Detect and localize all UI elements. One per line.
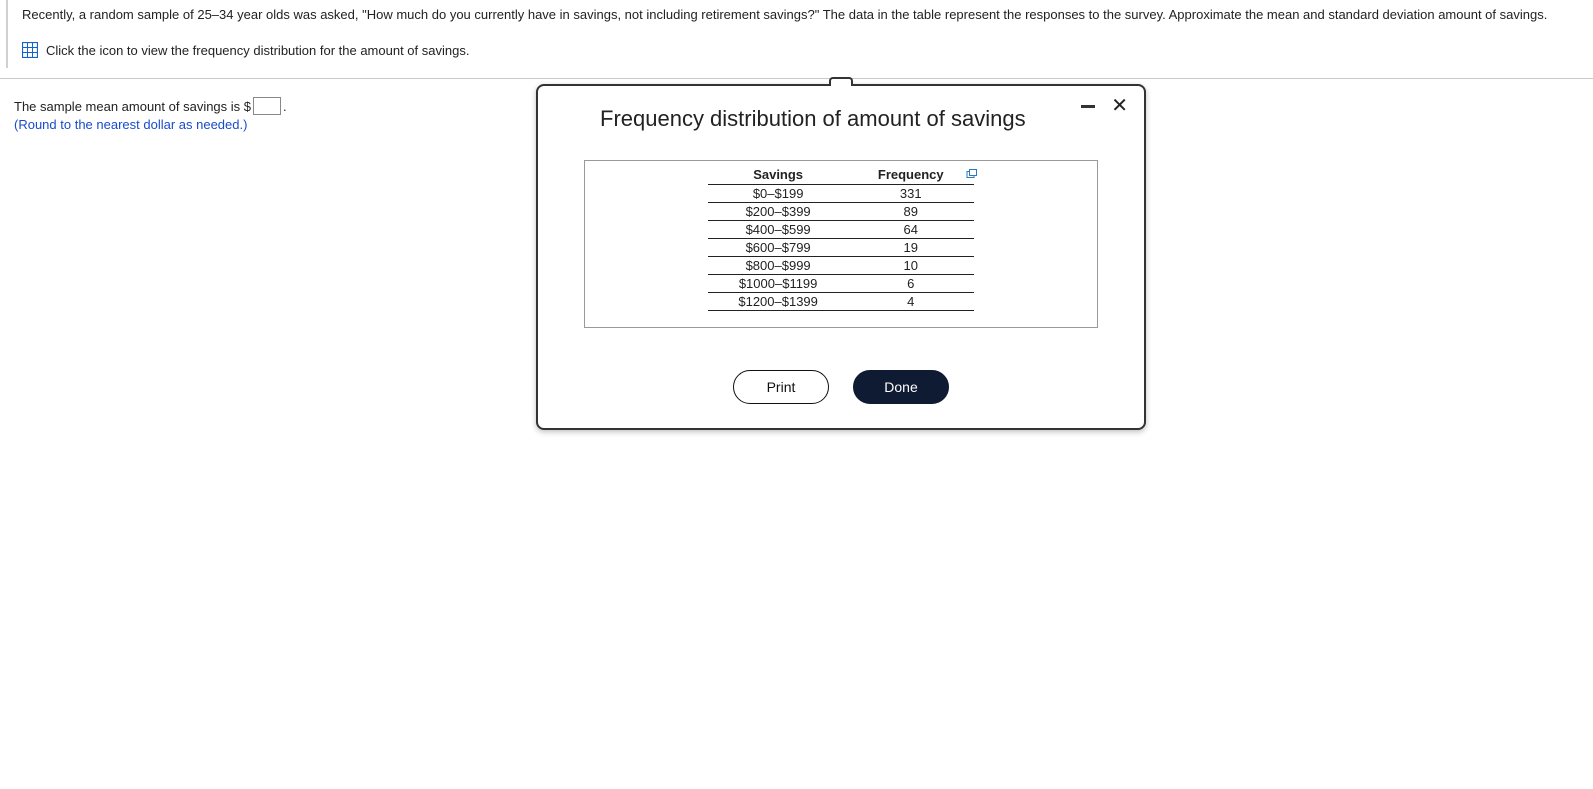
- minimize-icon[interactable]: [1081, 105, 1095, 108]
- frequency-dialog: ✕ Frequency distribution of amount of sa…: [536, 84, 1146, 430]
- copy-icon[interactable]: [966, 169, 978, 179]
- frequency-cell: 4: [848, 293, 974, 311]
- frequency-table-container: Savings Frequency $0–$199331$200–$39989$…: [584, 160, 1098, 328]
- header-frequency-label: Frequency: [878, 167, 944, 182]
- mean-input[interactable]: [253, 97, 281, 115]
- table-row: $1200–$13994: [708, 293, 973, 311]
- header-frequency: Frequency: [848, 165, 974, 185]
- dialog-title: Frequency distribution of amount of savi…: [600, 106, 1122, 132]
- table-row: $0–$199331: [708, 185, 973, 203]
- savings-cell: $1000–$1199: [708, 275, 848, 293]
- table-icon[interactable]: [22, 42, 38, 58]
- savings-cell: $200–$399: [708, 203, 848, 221]
- frequency-table: Savings Frequency $0–$199331$200–$39989$…: [708, 165, 973, 311]
- table-row: $200–$39989: [708, 203, 973, 221]
- savings-cell: $1200–$1399: [708, 293, 848, 311]
- dialog-handle[interactable]: [829, 77, 853, 86]
- close-icon[interactable]: ✕: [1111, 96, 1128, 116]
- table-row: $400–$59964: [708, 221, 973, 239]
- icon-instruction-text: Click the icon to view the frequency dis…: [46, 43, 469, 58]
- savings-cell: $600–$799: [708, 239, 848, 257]
- question-text: Recently, a random sample of 25–34 year …: [22, 6, 1579, 24]
- savings-cell: $0–$199: [708, 185, 848, 203]
- print-button[interactable]: Print: [733, 370, 829, 404]
- frequency-cell: 19: [848, 239, 974, 257]
- answer-prefix: The sample mean amount of savings is $: [14, 99, 251, 114]
- frequency-cell: 6: [848, 275, 974, 293]
- table-row: $600–$79919: [708, 239, 973, 257]
- table-row: $800–$99910: [708, 257, 973, 275]
- table-row: $1000–$11996: [708, 275, 973, 293]
- savings-cell: $400–$599: [708, 221, 848, 239]
- done-button[interactable]: Done: [853, 370, 949, 404]
- frequency-cell: 331: [848, 185, 974, 203]
- savings-cell: $800–$999: [708, 257, 848, 275]
- header-savings: Savings: [708, 165, 848, 185]
- frequency-cell: 10: [848, 257, 974, 275]
- frequency-cell: 64: [848, 221, 974, 239]
- frequency-cell: 89: [848, 203, 974, 221]
- answer-suffix: .: [283, 99, 287, 114]
